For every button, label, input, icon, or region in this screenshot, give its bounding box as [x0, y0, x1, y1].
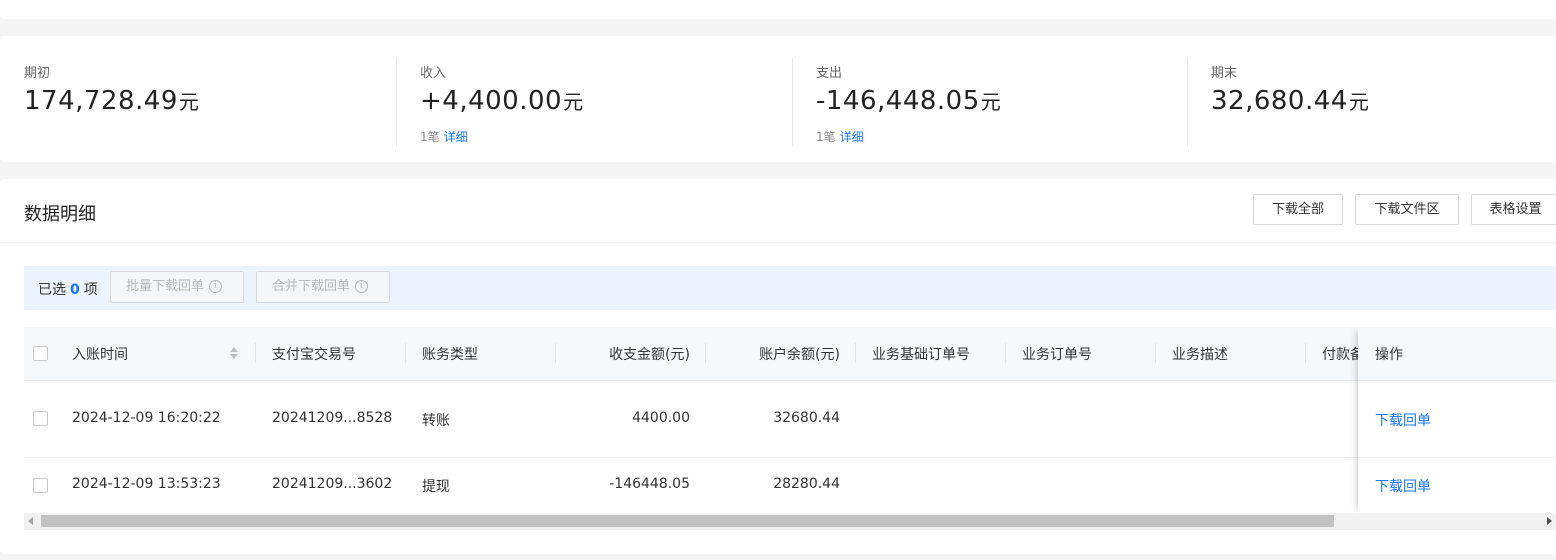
- selection-prefix: 已选: [38, 282, 66, 298]
- summary-card: 期初 174,728.49元 收入 +4,400.00元 1笔 详细 支出 -14…: [0, 36, 1556, 162]
- column-header-time: 入账时间: [72, 347, 128, 363]
- income-unit: 元: [563, 90, 584, 114]
- sort-icon[interactable]: [230, 345, 238, 361]
- income-amount: +4,400.00元: [420, 86, 584, 116]
- closing-label: 期末: [1211, 66, 1238, 81]
- scroll-right-arrow-icon[interactable]: [1547, 517, 1552, 525]
- cell-trade-no: 20241209...8528: [272, 410, 393, 426]
- expense-unit: 元: [980, 90, 1002, 114]
- row-checkbox[interactable]: [33, 478, 48, 493]
- summary-divider: [1187, 58, 1188, 146]
- income-amount-value: +4,400.00: [420, 86, 563, 116]
- table-row: 2024-12-09 16:20:22 20241209...8528 转账 4…: [24, 381, 1556, 458]
- download-receipt-link[interactable]: 下载回单: [1375, 476, 1431, 496]
- income-count: 1笔 详细: [420, 128, 468, 145]
- operation-cell: 下载回单: [1358, 381, 1556, 458]
- column-divider: [1005, 343, 1006, 363]
- download-all-button[interactable]: 下载全部: [1253, 194, 1343, 225]
- cell-time: 2024-12-09 13:53:23: [72, 476, 221, 492]
- column-header-operation: 操作: [1375, 347, 1403, 363]
- opening-amount-value: 174,728.49: [24, 86, 178, 116]
- cell-trade-no: 20241209...3602: [272, 476, 393, 492]
- expense-amount: -146,448.05元: [816, 86, 1001, 116]
- column-divider: [555, 343, 556, 363]
- opening-unit: 元: [178, 90, 200, 114]
- selection-count: 0: [70, 282, 80, 298]
- expense-label: 支出: [816, 66, 843, 81]
- detail-title: 数据明细: [24, 204, 96, 225]
- cell-amount: -146448.05: [609, 476, 690, 492]
- merge-download-label: 合并下载回单: [272, 279, 351, 294]
- column-divider: [405, 343, 406, 363]
- operation-column: 操作 下载回单 下载回单: [1358, 327, 1556, 513]
- column-header-description: 业务描述: [1172, 347, 1228, 363]
- table-header: 入账时间 支付宝交易号 账务类型 收支金额(元) 账户余额(元) 业务基础订单号…: [24, 327, 1556, 381]
- top-strip: [0, 0, 1556, 19]
- horizontal-scrollbar[interactable]: [24, 513, 1556, 530]
- column-header-balance: 账户余额(元): [759, 347, 840, 363]
- table-settings-button[interactable]: 表格设置: [1471, 194, 1556, 225]
- income-label: 收入: [420, 66, 447, 81]
- column-divider: [255, 343, 256, 363]
- cell-type: 转账: [422, 413, 450, 429]
- closing-unit: 元: [1348, 90, 1370, 114]
- column-header-order: 业务订单号: [1022, 347, 1092, 363]
- column-divider: [1155, 343, 1156, 363]
- column-divider: [705, 343, 706, 363]
- table-row: 2024-12-09 13:53:23 20241209...3602 提现 -…: [24, 458, 1556, 513]
- scroll-left-arrow-icon[interactable]: [28, 517, 33, 525]
- column-header-amount: 收支金额(元): [609, 347, 690, 363]
- column-divider: [1305, 343, 1306, 363]
- cell-balance: 32680.44: [773, 410, 840, 426]
- row-checkbox[interactable]: [33, 411, 48, 426]
- operation-header: 操作: [1358, 327, 1556, 381]
- info-icon: i: [355, 280, 369, 293]
- cell-balance: 28280.44: [773, 476, 840, 492]
- closing-amount-value: 32,680.44: [1211, 86, 1348, 116]
- column-header-trade-no: 支付宝交易号: [272, 347, 356, 363]
- expense-count: 1笔 详细: [816, 128, 864, 145]
- download-area-button[interactable]: 下载文件区: [1355, 194, 1459, 225]
- income-detail-link[interactable]: 详细: [444, 130, 468, 144]
- batch-download-label: 批量下载回单: [126, 279, 205, 294]
- select-all-checkbox[interactable]: [33, 346, 48, 361]
- detail-card: 数据明细 下载全部 下载文件区 表格设置 已选 0 项 批量下载回单 i 合并下载回单…: [0, 179, 1556, 554]
- expense-detail-link[interactable]: 详细: [840, 130, 864, 144]
- column-header-base-order: 业务基础订单号: [872, 347, 970, 363]
- cell-time: 2024-12-09 16:20:22: [72, 410, 221, 426]
- selection-status: 已选 0 项: [38, 279, 98, 299]
- merge-download-button[interactable]: 合并下载回单 i: [256, 271, 390, 303]
- summary-divider: [792, 58, 793, 146]
- summary-divider: [396, 58, 397, 146]
- data-table: 入账时间 支付宝交易号 账务类型 收支金额(元) 账户余额(元) 业务基础订单号…: [24, 327, 1556, 513]
- batch-download-button[interactable]: 批量下载回单 i: [110, 271, 244, 303]
- cell-type: 提现: [422, 479, 450, 495]
- cell-amount: 4400.00: [632, 410, 690, 426]
- selection-suffix: 项: [83, 282, 98, 298]
- selection-bar: 已选 0 项 批量下载回单 i 合并下载回单 i: [24, 266, 1556, 310]
- column-divider: [855, 343, 856, 363]
- opening-label: 期初: [24, 66, 51, 81]
- opening-amount: 174,728.49元: [24, 86, 199, 116]
- income-count-value: 1笔: [420, 130, 440, 144]
- expense-count-value: 1笔: [816, 130, 836, 144]
- operation-cell: 下载回单: [1358, 458, 1556, 513]
- download-receipt-link[interactable]: 下载回单: [1375, 410, 1431, 430]
- info-icon: i: [209, 280, 223, 293]
- expense-amount-value: -146,448.05: [816, 86, 980, 116]
- header-divider: [0, 242, 1556, 243]
- scrollbar-thumb[interactable]: [41, 515, 1334, 527]
- closing-amount: 32,680.44元: [1211, 86, 1369, 116]
- column-header-type: 账务类型: [422, 347, 478, 363]
